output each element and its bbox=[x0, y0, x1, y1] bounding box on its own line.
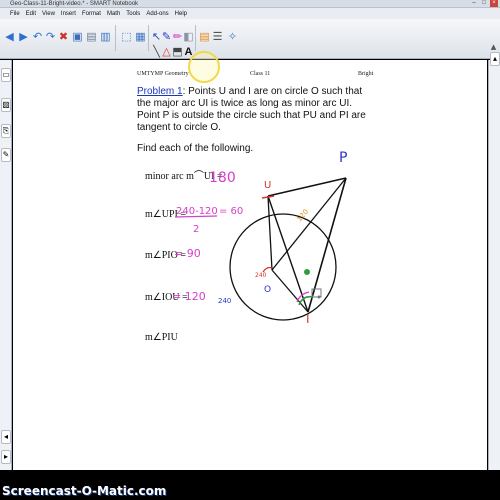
label-point-o: O bbox=[264, 285, 271, 295]
watermark: Screencast-O-Matic.com bbox=[2, 484, 167, 498]
green-dot bbox=[304, 269, 310, 275]
answer-iou: = 120 bbox=[172, 290, 206, 303]
label-point-p: P bbox=[339, 150, 347, 166]
answer-upi-numerator: 240-120 bbox=[176, 206, 218, 217]
label-angle-240: 240 bbox=[255, 272, 267, 279]
answer-upi-result: = 60 bbox=[219, 206, 243, 217]
label-arc-240: 240 bbox=[218, 297, 231, 305]
label-point-i: I bbox=[306, 312, 310, 326]
cursor-highlight bbox=[188, 51, 220, 83]
label-arc-120: 120 bbox=[295, 208, 310, 223]
answer-pio: = 90 bbox=[174, 247, 201, 260]
label-point-u: U bbox=[264, 180, 271, 191]
red-mark-u bbox=[261, 195, 275, 199]
tangent-pi bbox=[307, 177, 347, 313]
answer-upi-denominator: 2 bbox=[193, 224, 199, 235]
cursor-dot bbox=[317, 295, 321, 299]
whiteboard-drawing: 180 240-120 2 = 60 = 90 = 120 P U I O 12… bbox=[172, 150, 347, 326]
radius-oi bbox=[271, 269, 309, 313]
answer-minor-arc: 180 bbox=[209, 170, 236, 186]
